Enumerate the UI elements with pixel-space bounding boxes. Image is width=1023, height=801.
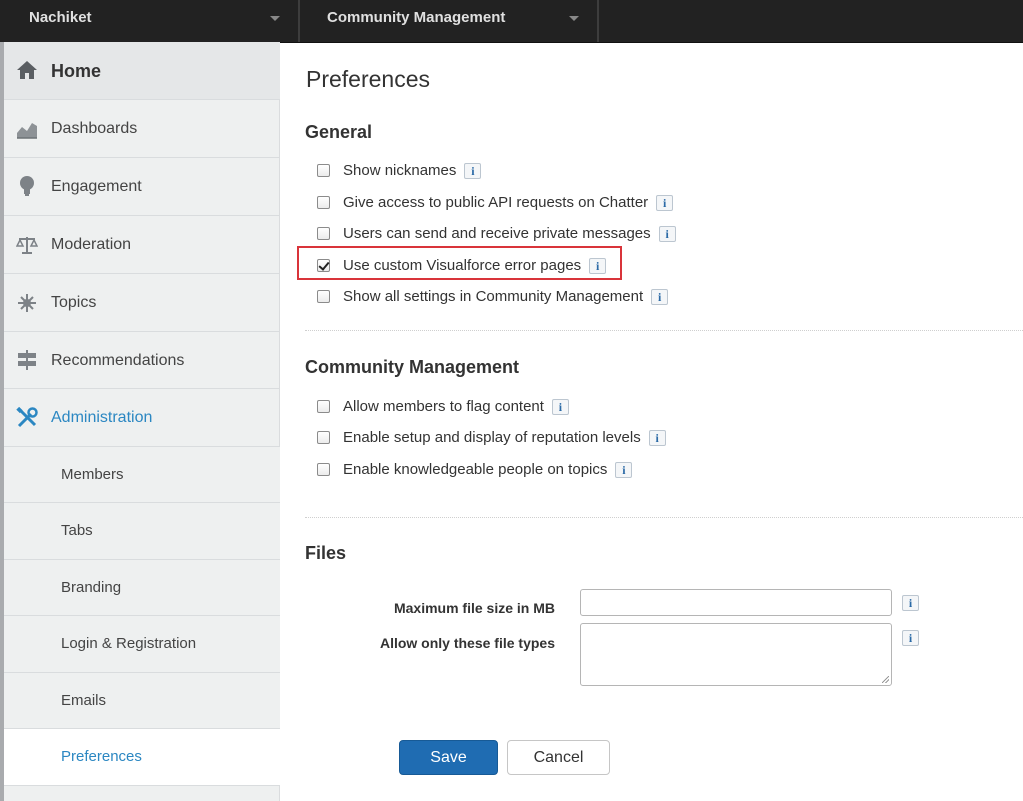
max-file-size-input[interactable] [580, 589, 892, 616]
info-icon[interactable]: i [651, 289, 669, 306]
sidebar-item-label: Engagement [51, 178, 142, 195]
allowed-file-types-textarea[interactable] [580, 623, 892, 686]
sidebar-item-home[interactable]: Home [4, 42, 280, 100]
lightbulb-icon [16, 175, 38, 197]
chevron-down-icon[interactable] [270, 16, 280, 21]
sidebar-subitem-branding[interactable]: Branding [4, 560, 280, 616]
option-label: Enable setup and display of reputation l… [343, 429, 641, 446]
sidebar-item-label: Dashboards [51, 120, 138, 137]
info-icon[interactable]: i [656, 195, 674, 212]
info-icon[interactable]: i [658, 226, 676, 243]
checkbox[interactable] [317, 431, 330, 444]
sidebar-subitem-tabs[interactable]: Tabs [4, 503, 280, 560]
checkbox[interactable] [317, 164, 330, 177]
top-bar-divider [298, 0, 300, 42]
sidebar: Home Dashboards Engagement Moderation To… [0, 42, 280, 801]
info-icon[interactable]: i [615, 462, 633, 479]
checkbox[interactable] [317, 196, 330, 209]
info-icon[interactable]: i [902, 630, 919, 646]
sidebar-item-moderation[interactable]: Moderation [4, 216, 280, 274]
sidebar-subitem-label: Tabs [61, 522, 93, 539]
sidebar-item-label: Topics [51, 294, 97, 311]
option-label: Give access to public API requests on Ch… [343, 194, 649, 211]
cancel-button[interactable]: Cancel [507, 740, 610, 775]
sidebar-subitem-label: Branding [61, 579, 122, 596]
sidebar-subitem-label: Login & Registration [61, 635, 197, 652]
sidebar-subitem-members[interactable]: Members [4, 447, 280, 503]
chevron-down-icon[interactable] [569, 16, 579, 21]
page-title: Preferences [306, 66, 431, 92]
sidebar-item-topics[interactable]: Topics [4, 274, 280, 332]
chart-icon [16, 118, 38, 140]
sidebar-subitem-label: Members [61, 466, 124, 483]
option-label: Enable knowledgeable people on topics [343, 461, 608, 478]
section-title-general: General [305, 122, 373, 142]
app-menu[interactable]: Community Management [327, 0, 505, 42]
info-icon[interactable]: i [902, 595, 919, 611]
sidebar-item-label: Moderation [51, 236, 132, 253]
checkbox[interactable] [317, 290, 330, 303]
tools-icon [16, 407, 38, 429]
option-label: Allow members to flag content [343, 398, 544, 415]
home-icon [16, 59, 38, 81]
sidebar-item-dashboards[interactable]: Dashboards [4, 100, 280, 158]
sidebar-item-engagement[interactable]: Engagement [4, 158, 280, 216]
section-title-community-management: Community Management [305, 357, 520, 377]
checkbox[interactable] [317, 227, 330, 240]
user-menu[interactable]: Nachiket [29, 0, 92, 42]
highlight-box [297, 246, 622, 280]
option-label: Show nicknames [343, 162, 457, 179]
info-icon[interactable]: i [464, 163, 482, 180]
sidebar-item-administration[interactable]: Administration [4, 389, 280, 447]
resize-handle-icon[interactable] [882, 676, 889, 683]
top-bar: Nachiket Community Management [0, 0, 1023, 43]
checkbox[interactable] [317, 400, 330, 413]
scales-icon [16, 234, 38, 256]
info-icon[interactable]: i [551, 399, 569, 416]
save-button[interactable]: Save [399, 740, 498, 775]
option-label: Users can send and receive private messa… [343, 225, 651, 242]
section-title-files: Files [305, 543, 347, 563]
app-menu-label: Community Management [327, 9, 506, 26]
starburst-icon [16, 292, 38, 314]
user-menu-label: Nachiket [29, 9, 92, 26]
sidebar-subitem-emails[interactable]: Emails [4, 673, 280, 729]
sidebar-subitem-login-registration[interactable]: Login & Registration [4, 616, 280, 673]
info-icon[interactable]: i [648, 430, 666, 447]
section-divider [305, 517, 1023, 518]
sidebar-subitem-label: Emails [61, 692, 107, 709]
sidebar-subitem-preferences[interactable]: Preferences [4, 729, 280, 786]
main-content: Preferences General Show nicknames i Give… [280, 42, 1023, 801]
sidebar-item-recommendations[interactable]: Recommendations [4, 332, 280, 389]
sidebar-item-label: Administration [51, 409, 153, 426]
allowed-file-types-label: Allow only these file types [379, 635, 555, 651]
sidebar-subitem-label: Preferences [61, 748, 142, 765]
checkbox[interactable] [317, 463, 330, 476]
sidebar-item-label: Home [51, 61, 102, 81]
max-file-size-label: Maximum file size in MB [393, 600, 555, 616]
option-label: Show all settings in Community Managemen… [343, 288, 644, 305]
signpost-icon [16, 349, 38, 371]
section-divider [305, 330, 1023, 331]
top-bar-divider [597, 0, 599, 42]
sidebar-item-label: Recommendations [51, 352, 185, 369]
